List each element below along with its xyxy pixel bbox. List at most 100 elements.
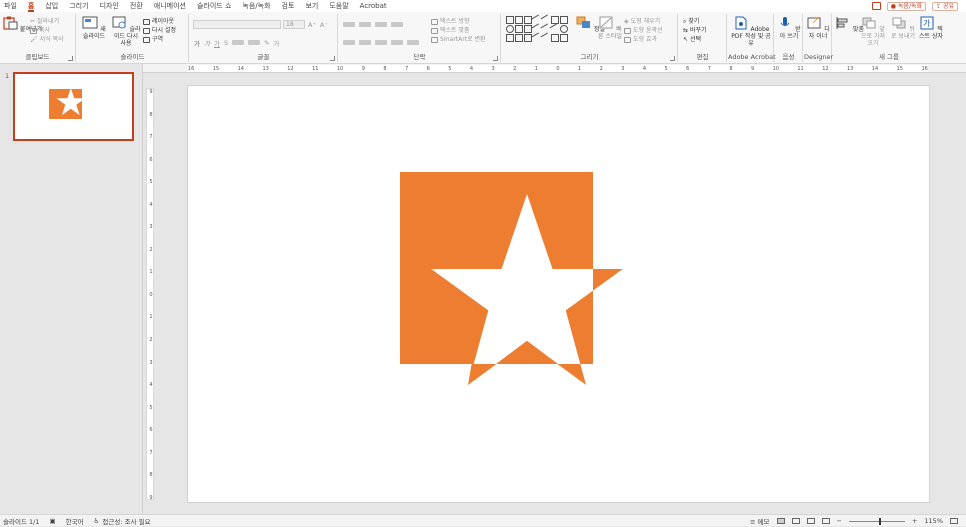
zoom-slider[interactable] bbox=[848, 517, 905, 525]
connector-shape-icon[interactable] bbox=[549, 23, 561, 35]
designer-button[interactable]: 디자 이너 bbox=[806, 16, 830, 40]
format-painter-button[interactable]: 🖌 서식 복사 bbox=[30, 35, 64, 44]
align-left-icon[interactable] bbox=[343, 40, 355, 45]
textbox-shape-icon[interactable] bbox=[506, 16, 514, 24]
justify-icon[interactable] bbox=[391, 40, 403, 45]
share-button[interactable]: ⇪ 공유 bbox=[932, 1, 958, 11]
shape-outline-button[interactable]: 도형 윤곽선 bbox=[624, 26, 663, 35]
align-right-icon[interactable] bbox=[375, 40, 387, 45]
tab-animations[interactable]: 애니메이션 bbox=[154, 0, 186, 12]
font-launcher[interactable] bbox=[330, 56, 335, 61]
accessibility-indicator[interactable]: ♿ 접근성: 조사 필요 bbox=[94, 516, 151, 526]
tab-view[interactable]: 보기 bbox=[305, 0, 318, 12]
slideshow-view-icon[interactable] bbox=[821, 518, 830, 524]
triangle-shape-icon[interactable] bbox=[524, 25, 532, 33]
brace-shape-icon[interactable] bbox=[551, 34, 559, 42]
tab-design[interactable]: 디자인 bbox=[100, 0, 119, 12]
copy-button[interactable]: 복사 bbox=[30, 26, 50, 35]
line-spacing-icon[interactable] bbox=[391, 22, 403, 27]
reuse-slides-button[interactable]: 슬라이드 다시 사용 bbox=[111, 16, 141, 47]
tab-transitions[interactable]: 전환 bbox=[130, 0, 143, 12]
align-button[interactable]: 맞춤 bbox=[835, 16, 864, 33]
slide-canvas[interactable] bbox=[188, 86, 929, 502]
shapes-gallery[interactable] bbox=[506, 14, 568, 44]
clipboard-launcher[interactable] bbox=[68, 56, 73, 61]
shrink-font-icon[interactable]: A⁻ bbox=[320, 21, 328, 29]
arrow-shape-icon[interactable] bbox=[506, 34, 514, 42]
rounded-rect-shape-icon[interactable] bbox=[515, 25, 523, 33]
arrange-button[interactable]: 정렬 bbox=[576, 16, 605, 33]
tab-help[interactable]: 도움말 bbox=[329, 0, 348, 12]
tab-file[interactable]: 파일 bbox=[4, 0, 17, 12]
tab-review[interactable]: 검토 bbox=[282, 0, 295, 12]
reading-view-icon[interactable] bbox=[806, 518, 815, 524]
slide-sorter-icon[interactable] bbox=[791, 518, 800, 524]
align-center-icon[interactable] bbox=[359, 40, 371, 45]
textbox-button[interactable]: 가 텍스트 상자 bbox=[919, 16, 943, 40]
tab-record[interactable]: 녹음/녹화 bbox=[242, 0, 270, 12]
smartart-button[interactable]: SmartArt로 변환 bbox=[431, 35, 486, 44]
language-indicator[interactable]: 한국어 bbox=[66, 516, 84, 526]
paragraph-launcher[interactable] bbox=[493, 56, 498, 61]
font-size-buttons[interactable]: A⁺ A⁻ bbox=[308, 20, 328, 29]
grow-font-icon[interactable]: A⁺ bbox=[308, 21, 316, 29]
indent-icon[interactable] bbox=[375, 22, 387, 27]
text-direction-button[interactable]: 텍스트 방향 bbox=[431, 17, 470, 26]
slide-thumbnail[interactable] bbox=[13, 72, 134, 141]
oval-shape-icon[interactable] bbox=[506, 25, 514, 33]
zoom-in-icon[interactable]: + bbox=[912, 517, 917, 525]
orange-square-shape[interactable] bbox=[400, 172, 593, 364]
tab-draw[interactable]: 그리기 bbox=[69, 0, 88, 12]
send-backward-button[interactable]: 뒤로 보내기 bbox=[889, 16, 917, 40]
cut-button[interactable]: ✂ 잘라내기 bbox=[30, 17, 59, 26]
italic-icon[interactable]: 가 bbox=[204, 38, 210, 48]
rect-shape-icon[interactable] bbox=[515, 16, 523, 24]
font-size-combo[interactable]: 18 bbox=[283, 20, 305, 29]
arc-shape-icon[interactable] bbox=[560, 25, 568, 33]
bracket-shape-icon[interactable] bbox=[560, 34, 568, 42]
create-pdf-button[interactable]: Adobe PDF 작성 및 공유 bbox=[730, 16, 772, 47]
zoom-level[interactable]: 115% bbox=[924, 517, 943, 525]
select-button[interactable]: ↖ 선택 bbox=[683, 35, 701, 44]
rect-shape-icon[interactable] bbox=[515, 34, 523, 42]
find-button[interactable]: ⌕ 찾기 bbox=[683, 17, 699, 26]
triangle-shape-icon[interactable] bbox=[560, 16, 568, 24]
comments-icon[interactable] bbox=[871, 2, 881, 10]
reset-button[interactable]: 다시 설정 bbox=[143, 26, 176, 35]
record-button[interactable]: ● 녹음/녹화 bbox=[886, 1, 927, 11]
rect-shape-icon[interactable] bbox=[551, 16, 559, 24]
bring-forward-button[interactable]: 앞으로 가져오기 bbox=[859, 16, 887, 47]
notes-button[interactable]: ≡ 메모 bbox=[750, 516, 769, 526]
tab-acrobat[interactable]: Acrobat bbox=[360, 0, 387, 12]
bold-icon[interactable]: 가 bbox=[194, 38, 200, 48]
strike-icon[interactable]: S bbox=[224, 39, 228, 47]
layout-button[interactable]: 레이아웃 bbox=[143, 17, 174, 26]
quick-styles-button[interactable]: 빠른 스타일 bbox=[598, 16, 622, 40]
tab-home[interactable]: 홈 bbox=[27, 0, 35, 12]
replace-button[interactable]: ⇆ 바꾸기 bbox=[683, 26, 707, 35]
dictate-button[interactable]: 받아 쓰기 bbox=[777, 16, 801, 40]
align-text-button[interactable]: 텍스트 맞춤 bbox=[431, 26, 470, 35]
tab-insert[interactable]: 삽입 bbox=[45, 0, 58, 12]
rect-shape-icon[interactable] bbox=[524, 16, 532, 24]
spellcheck-icon[interactable]: ▣ bbox=[49, 517, 55, 525]
numbering-icon[interactable] bbox=[359, 22, 371, 27]
columns-icon[interactable] bbox=[407, 40, 419, 45]
spacing-icon[interactable] bbox=[232, 40, 245, 45]
bullets-icon[interactable] bbox=[343, 22, 355, 27]
curve-shape-icon[interactable] bbox=[540, 32, 552, 44]
drawing-launcher[interactable] bbox=[670, 56, 675, 61]
new-slide-button[interactable]: 새 슬라이드 bbox=[79, 16, 109, 40]
highlight-icon[interactable]: ✎ bbox=[264, 39, 269, 47]
case-icon[interactable] bbox=[248, 40, 261, 45]
underline-icon[interactable]: 가 bbox=[214, 38, 220, 48]
shape-fill-button[interactable]: ◈ 도형 채우기 bbox=[624, 17, 660, 26]
zoom-out-icon[interactable]: − bbox=[837, 517, 842, 525]
shape-effects-button[interactable]: 도형 효과 bbox=[624, 35, 657, 44]
callout-shape-icon[interactable] bbox=[524, 34, 532, 42]
fit-slide-icon[interactable] bbox=[950, 518, 958, 524]
section-button[interactable]: 구역 bbox=[143, 35, 163, 44]
font-name-combo[interactable] bbox=[193, 20, 281, 29]
font-color-icon[interactable]: 가 bbox=[274, 38, 280, 48]
normal-view-icon[interactable] bbox=[776, 518, 785, 524]
